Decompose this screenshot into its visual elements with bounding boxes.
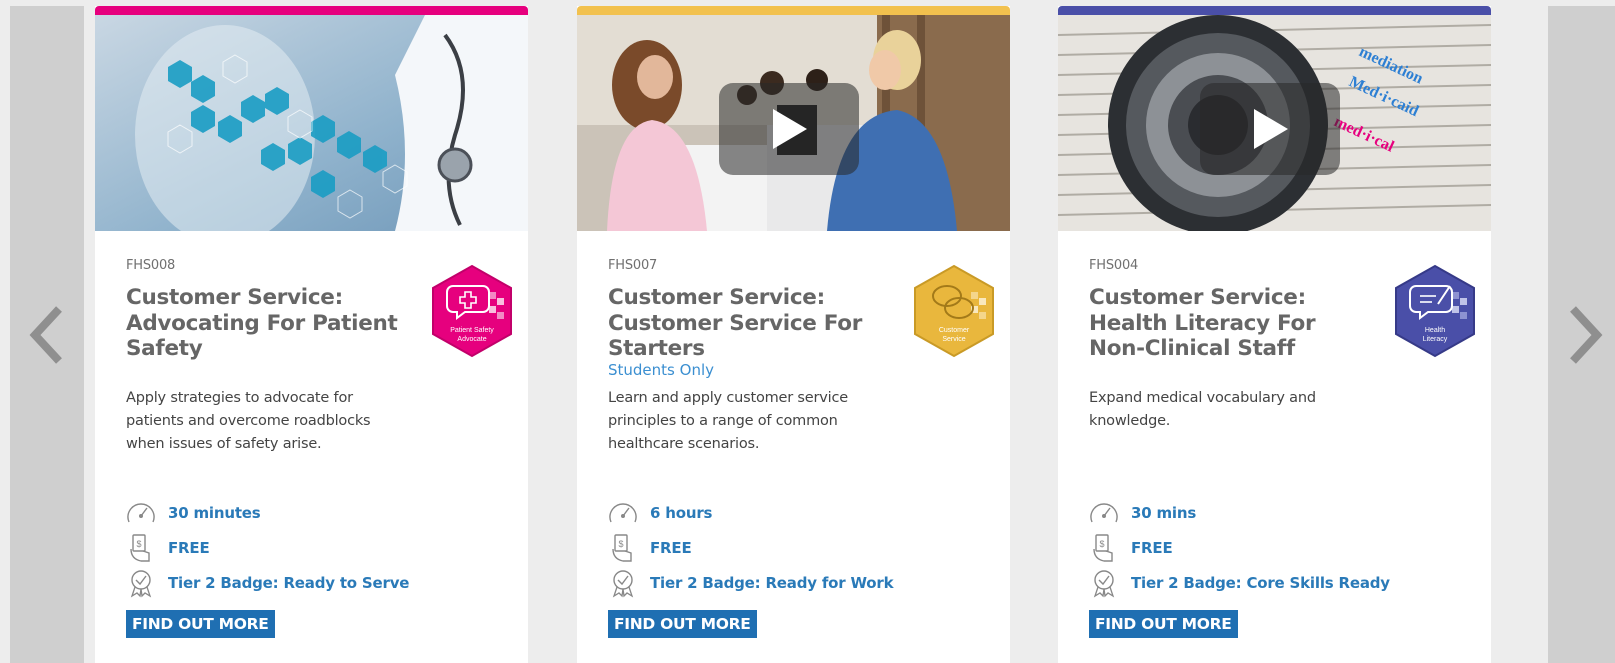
- duration-text: 30 minutes: [168, 504, 261, 522]
- course-card: FHS007 Customer Service: Customer Servic…: [577, 6, 1010, 663]
- price-row: $ FREE: [608, 533, 692, 563]
- price-text: FREE: [168, 539, 210, 557]
- badge-tier-text: Tier 2 Badge: Ready for Work: [650, 574, 894, 592]
- badge-tier-row: Tier 2 Badge: Ready to Serve: [126, 568, 409, 598]
- svg-text:$: $: [1099, 539, 1104, 549]
- card-accent-bar: [95, 6, 528, 15]
- badge-tier-row: Tier 2 Badge: Core Skills Ready: [1089, 568, 1390, 598]
- duration-text: 30 mins: [1131, 504, 1197, 522]
- speedometer-icon: [126, 498, 156, 528]
- card-accent-bar: [577, 6, 1010, 15]
- course-title: Customer Service: Advocating For Patient…: [126, 285, 398, 361]
- carousel-next-button[interactable]: [1560, 300, 1610, 370]
- price-row: $ FREE: [1089, 533, 1173, 563]
- badge-label-line-1: Health: [1425, 327, 1445, 334]
- price-tag-hand-icon: $: [126, 533, 156, 563]
- duration-row: 30 mins: [1089, 498, 1196, 528]
- carousel-prev-button[interactable]: [22, 300, 72, 370]
- audience-note: Students Only: [608, 361, 714, 379]
- course-code: FHS007: [608, 258, 658, 273]
- course-title: Customer Service: Health Literacy For No…: [1089, 285, 1316, 361]
- health-literacy-badge-icon: Health Literacy: [1392, 264, 1478, 358]
- customer-service-badge-icon: Customer Service: [911, 264, 997, 358]
- badge-label-line-1: Customer: [939, 327, 970, 334]
- award-ribbon-icon: [126, 568, 156, 598]
- course-code: FHS008: [126, 258, 176, 273]
- play-icon: [1254, 109, 1288, 149]
- play-video-button[interactable]: [1200, 83, 1340, 175]
- course-description: Apply strategies to advocate for patient…: [126, 390, 371, 452]
- badge-label-line-1: Patient Safety: [450, 327, 494, 334]
- course-card: mediation Med·i·caid med·i·cal FHS004 Cu…: [1058, 6, 1491, 663]
- speedometer-icon: [608, 498, 638, 528]
- price-text: FREE: [1131, 539, 1173, 557]
- course-code: FHS004: [1089, 258, 1139, 273]
- duration-text: 6 hours: [650, 504, 713, 522]
- price-row: $ FREE: [126, 533, 210, 563]
- price-tag-hand-icon: $: [1089, 533, 1119, 563]
- find-out-more-button[interactable]: FIND OUT MORE: [126, 610, 275, 638]
- course-video-thumbnail: [577, 15, 1010, 231]
- badge-label-line-2: Literacy: [1423, 336, 1448, 343]
- find-out-more-button[interactable]: FIND OUT MORE: [1089, 610, 1238, 638]
- chevron-right-icon: [1570, 306, 1603, 364]
- price-tag-hand-icon: $: [608, 533, 638, 563]
- play-video-button[interactable]: [719, 83, 859, 175]
- course-title: Customer Service: Customer Service For S…: [608, 285, 863, 361]
- price-text: FREE: [650, 539, 692, 557]
- course-description: Learn and apply customer service princip…: [608, 390, 848, 452]
- svg-text:$: $: [618, 539, 623, 549]
- card-accent-bar: [1058, 6, 1491, 15]
- speedometer-icon: [1089, 498, 1119, 528]
- badge-tier-text: Tier 2 Badge: Ready to Serve: [168, 574, 410, 592]
- course-video-thumbnail: mediation Med·i·caid med·i·cal: [1058, 15, 1491, 231]
- course-image: [95, 15, 528, 231]
- award-ribbon-icon: [608, 568, 638, 598]
- badge-label-line-2: Service: [942, 336, 965, 343]
- duration-row: 6 hours: [608, 498, 712, 528]
- play-icon: [773, 109, 807, 149]
- badge-tier-row: Tier 2 Badge: Ready for Work: [608, 568, 894, 598]
- patient-safety-badge-icon: Patient Safety Advocate: [429, 264, 515, 358]
- badge-tier-text: Tier 2 Badge: Core Skills Ready: [1131, 574, 1390, 592]
- svg-text:$: $: [136, 539, 141, 549]
- course-card: FHS008 Customer Service: Advocating For …: [95, 6, 528, 663]
- award-ribbon-icon: [1089, 568, 1119, 598]
- duration-row: 30 minutes: [126, 498, 261, 528]
- find-out-more-button[interactable]: FIND OUT MORE: [608, 610, 757, 638]
- badge-label-line-2: Advocate: [457, 336, 486, 343]
- chevron-left-icon: [29, 306, 62, 364]
- course-description: Expand medical vocabulary and knowledge.: [1089, 390, 1316, 429]
